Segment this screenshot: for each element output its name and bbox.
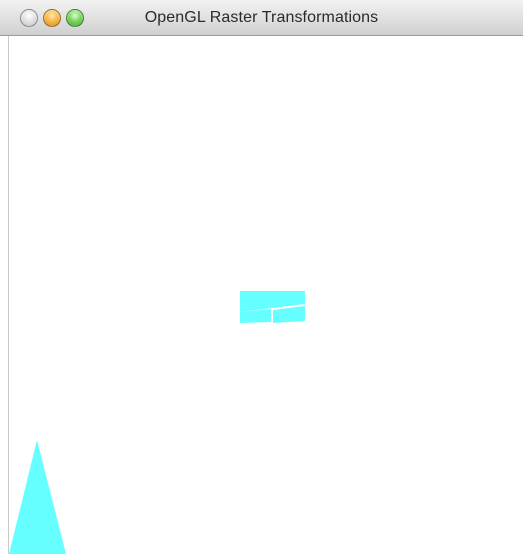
zoom-button[interactable]: [66, 9, 84, 27]
opengl-window: OpenGL Raster Transformations: [0, 0, 523, 554]
window-controls: [20, 9, 84, 27]
opengl-canvas: [9, 36, 523, 554]
close-button[interactable]: [20, 9, 38, 27]
title-bar[interactable]: OpenGL Raster Transformations: [0, 0, 523, 36]
canvas-drawing: [9, 36, 523, 554]
minimize-button[interactable]: [43, 9, 61, 27]
window-left-frame: [0, 36, 9, 554]
